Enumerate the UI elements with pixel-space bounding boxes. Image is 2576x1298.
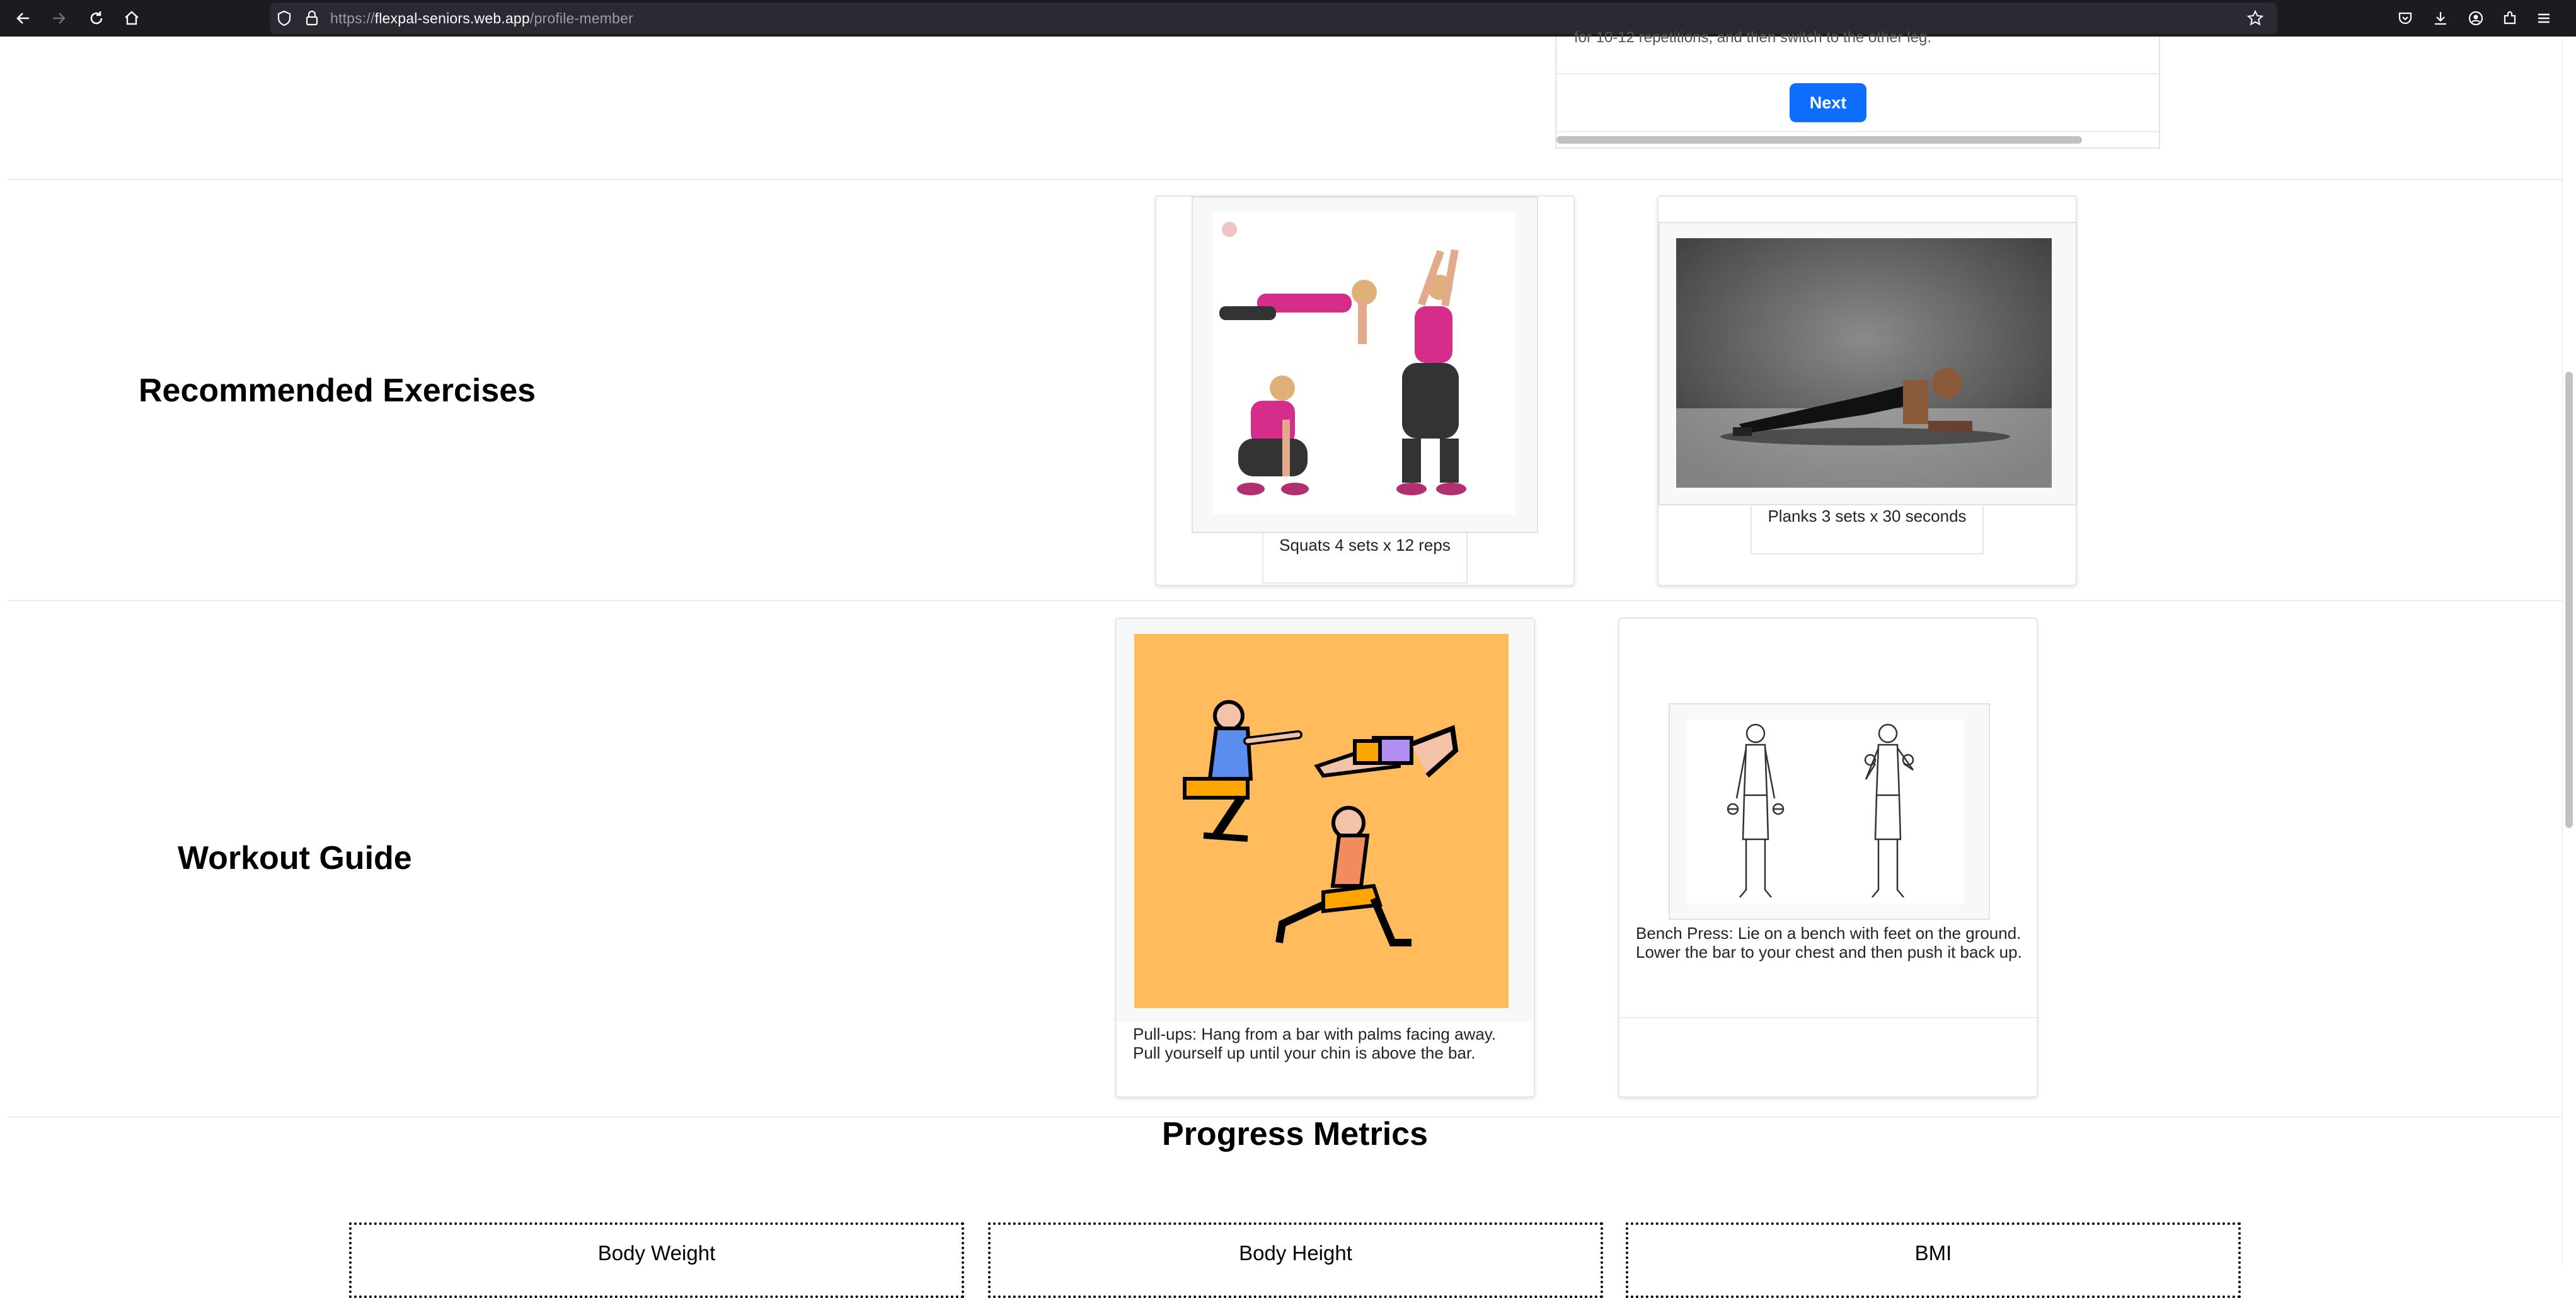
shield-icon[interactable] bbox=[272, 6, 296, 30]
exercise-card[interactable]: Planks 3 sets x 30 seconds bbox=[1657, 195, 2077, 586]
squat-jump-photo bbox=[1192, 197, 1538, 533]
lock-icon[interactable] bbox=[300, 6, 324, 30]
url-path: /profile-member bbox=[529, 10, 633, 26]
section-divider bbox=[8, 179, 2562, 180]
exercise-caption-text: Squats 4 sets x 12 reps bbox=[1279, 536, 1451, 554]
pocket-icon[interactable] bbox=[2393, 6, 2417, 30]
body-height-card[interactable]: Body Height bbox=[988, 1222, 1603, 1298]
exercise-card[interactable]: Squats 4 sets x 12 reps bbox=[1155, 195, 1575, 586]
recommended-title: Recommended Exercises bbox=[139, 372, 536, 409]
guide-caption: Bench Press: Lie on a bench with feet on… bbox=[1636, 924, 2022, 962]
exercise-illustration bbox=[1117, 619, 1532, 1022]
next-button[interactable]: Next bbox=[1790, 83, 1866, 122]
guide-card[interactable]: Pull-ups: Hang from a bar with palms fac… bbox=[1115, 617, 1535, 1098]
card-divider bbox=[1556, 73, 2159, 74]
card-divider bbox=[1619, 1017, 2037, 1018]
dumbbell-curl-drawing bbox=[1669, 703, 1990, 920]
back-icon[interactable] bbox=[11, 6, 35, 30]
card-divider bbox=[1556, 131, 2159, 132]
guide-caption: Pull-ups: Hang from a bar with palms fac… bbox=[1133, 1025, 1497, 1062]
exercise-caption-text: Planks 3 sets x 30 seconds bbox=[1768, 507, 1967, 526]
account-icon[interactable] bbox=[2464, 6, 2488, 30]
home-icon[interactable] bbox=[120, 6, 144, 30]
page-content: for 10-12 repetitions, and then switch t… bbox=[0, 29, 2562, 1266]
bookmark-star-icon[interactable] bbox=[2243, 6, 2267, 30]
horizontal-scrollbar[interactable] bbox=[1556, 136, 2082, 144]
reload-icon[interactable] bbox=[84, 6, 108, 30]
carousel-text: for 10-12 repetitions, and then switch t… bbox=[1574, 29, 1932, 46]
bmi-card[interactable]: BMI bbox=[1626, 1222, 2241, 1298]
plank-photo bbox=[1659, 222, 2077, 505]
progress-metrics-title: Progress Metrics bbox=[1162, 1116, 1428, 1152]
url-prefix: https:// bbox=[330, 10, 375, 26]
body-weight-card[interactable]: Body Weight bbox=[349, 1222, 964, 1298]
forward-icon[interactable] bbox=[47, 6, 71, 30]
metric-label: Body Weight bbox=[597, 1241, 716, 1265]
metric-label: BMI bbox=[1914, 1241, 1952, 1265]
url-text[interactable]: https://flexpal-seniors.web.app/profile-… bbox=[330, 0, 633, 37]
section-divider bbox=[8, 600, 2562, 601]
workout-guide-title: Workout Guide bbox=[178, 840, 412, 876]
exercise-caption: Planks 3 sets x 30 seconds bbox=[1751, 503, 1984, 554]
exercise-caption: Squats 4 sets x 12 reps bbox=[1262, 531, 1468, 583]
metric-label: Body Height bbox=[1239, 1241, 1352, 1265]
carousel-card: for 10-12 repetitions, and then switch t… bbox=[1555, 29, 2160, 149]
extensions-icon[interactable] bbox=[2498, 6, 2522, 30]
guide-card[interactable]: Bench Press: Lie on a bench with feet on… bbox=[1618, 617, 2038, 1098]
scrollbar-thumb[interactable] bbox=[2565, 372, 2573, 828]
download-icon[interactable] bbox=[2429, 6, 2452, 30]
browser-toolbar: https://flexpal-seniors.web.app/profile-… bbox=[0, 0, 2576, 37]
menu-icon[interactable] bbox=[2532, 6, 2556, 30]
url-host: flexpal-seniors.web.app bbox=[374, 10, 530, 26]
